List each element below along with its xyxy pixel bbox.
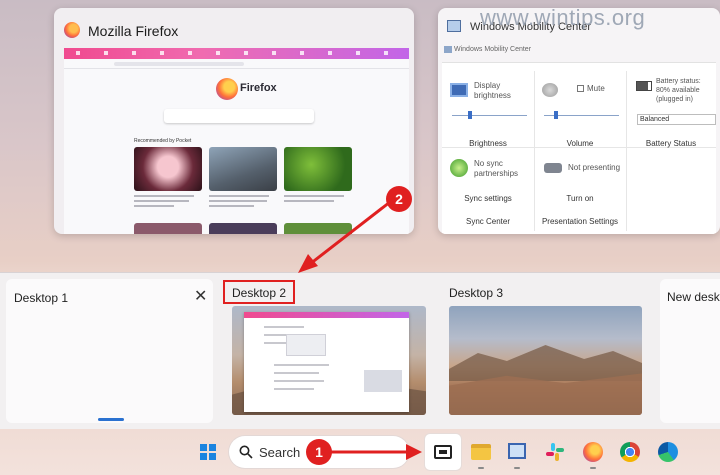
desktop-3-thumbnail[interactable] bbox=[449, 306, 642, 415]
power-plan-select: Balanced bbox=[637, 114, 716, 125]
firefox-page-search bbox=[164, 109, 314, 123]
presentation-settings-label: Presentation Settings bbox=[541, 217, 619, 226]
pocket-card-image bbox=[209, 147, 277, 191]
projector-icon bbox=[544, 163, 562, 173]
sync-status-text: No sync partnerships bbox=[474, 159, 519, 178]
mobility-center-icon bbox=[508, 443, 526, 459]
virtual-desktops-panel: Desktop 1 ✕ Desktop 2 Desktop 3 New desk… bbox=[0, 272, 720, 429]
mobility-center-icon bbox=[447, 20, 461, 32]
volume-label: Volume bbox=[566, 139, 594, 148]
search-icon bbox=[239, 445, 253, 459]
mobility-center-subtitle: Windows Mobility Center bbox=[454, 46, 532, 53]
desktop-2-label: Desktop 2 bbox=[232, 286, 287, 300]
new-desktop-card[interactable]: New desktop bbox=[660, 279, 720, 423]
annotation-badge-1: 1 bbox=[306, 439, 332, 465]
mute-checkbox bbox=[577, 85, 584, 92]
task-view-button[interactable] bbox=[425, 434, 461, 470]
mobility-center-small-icon bbox=[444, 46, 452, 53]
display-brightness-icon bbox=[450, 83, 468, 97]
desktop-1-card[interactable]: Desktop 1 ✕ bbox=[6, 279, 213, 423]
battery-icon bbox=[636, 81, 652, 91]
desktop-1-label: Desktop 1 bbox=[14, 291, 69, 305]
file-explorer-icon bbox=[471, 444, 491, 460]
volume-slider bbox=[554, 111, 558, 119]
firefox-logo bbox=[216, 78, 238, 100]
firefox-icon bbox=[583, 442, 603, 462]
annotation-badge-2: 2 bbox=[386, 186, 412, 212]
chrome-icon bbox=[620, 442, 640, 462]
turn-on-button: Turn on bbox=[566, 194, 594, 203]
firefox-tab-strip bbox=[64, 48, 409, 59]
mute-label: Mute bbox=[587, 84, 605, 93]
pocket-card-image bbox=[134, 147, 202, 191]
windows-start-icon bbox=[200, 444, 216, 460]
start-button[interactable] bbox=[190, 434, 226, 470]
sync-center-label: Sync Center bbox=[465, 217, 511, 226]
speaker-icon bbox=[542, 83, 558, 97]
slack-button[interactable] bbox=[537, 434, 573, 470]
firefox-brand-text: Firefox bbox=[240, 82, 277, 94]
sync-settings-button: Sync settings bbox=[464, 194, 512, 203]
desktop-2-firefox-preview bbox=[244, 312, 409, 412]
pocket-card-image bbox=[209, 223, 277, 234]
presenting-status-text: Not presenting bbox=[568, 163, 621, 172]
close-icon[interactable]: ✕ bbox=[194, 289, 207, 305]
active-desktop-indicator bbox=[98, 418, 124, 421]
mobility-center-window-thumbnail[interactable]: Windows Mobility Center Windows Mobility… bbox=[438, 8, 720, 234]
desktop-3-label: Desktop 3 bbox=[449, 286, 504, 300]
desktop-2-label-highlight[interactable]: Desktop 2 bbox=[223, 280, 295, 304]
annotation-arrow-2 bbox=[298, 200, 391, 273]
running-indicator bbox=[590, 467, 596, 469]
mobility-center-taskbar-button[interactable] bbox=[499, 434, 535, 470]
battery-status-text: Battery status: 80% available (plugged i… bbox=[656, 78, 701, 103]
file-explorer-button[interactable] bbox=[463, 434, 499, 470]
firefox-window-title: Mozilla Firefox bbox=[88, 23, 179, 39]
edge-icon bbox=[658, 442, 678, 462]
pocket-card-image bbox=[134, 223, 202, 234]
brightness-slider bbox=[468, 111, 472, 119]
chrome-button[interactable] bbox=[612, 434, 648, 470]
firefox-address-bar bbox=[64, 59, 409, 69]
firefox-icon bbox=[64, 22, 80, 38]
watermark: www.wintips.org bbox=[480, 5, 646, 30]
sync-center-icon bbox=[450, 159, 468, 177]
slack-icon bbox=[546, 443, 564, 461]
firefox-taskbar-button[interactable] bbox=[575, 434, 611, 470]
search-label: Search bbox=[259, 445, 301, 460]
mobility-center-content: Display brightness Brightness Mute Volum… bbox=[442, 62, 716, 234]
task-view-icon bbox=[434, 445, 452, 459]
running-indicator bbox=[514, 467, 520, 469]
new-desktop-label: New desktop bbox=[667, 290, 720, 304]
running-indicator bbox=[478, 467, 484, 469]
display-brightness-text: Display brightness bbox=[474, 81, 511, 100]
pocket-heading: Recommended by Pocket bbox=[134, 138, 192, 144]
brightness-label: Brightness bbox=[469, 139, 507, 148]
annotation-arrow-1 bbox=[330, 444, 422, 460]
edge-button[interactable] bbox=[650, 434, 686, 470]
desktop-2-thumbnail[interactable] bbox=[232, 306, 426, 415]
pocket-card-image bbox=[284, 147, 352, 191]
battery-status-label: Battery Status bbox=[645, 139, 697, 148]
